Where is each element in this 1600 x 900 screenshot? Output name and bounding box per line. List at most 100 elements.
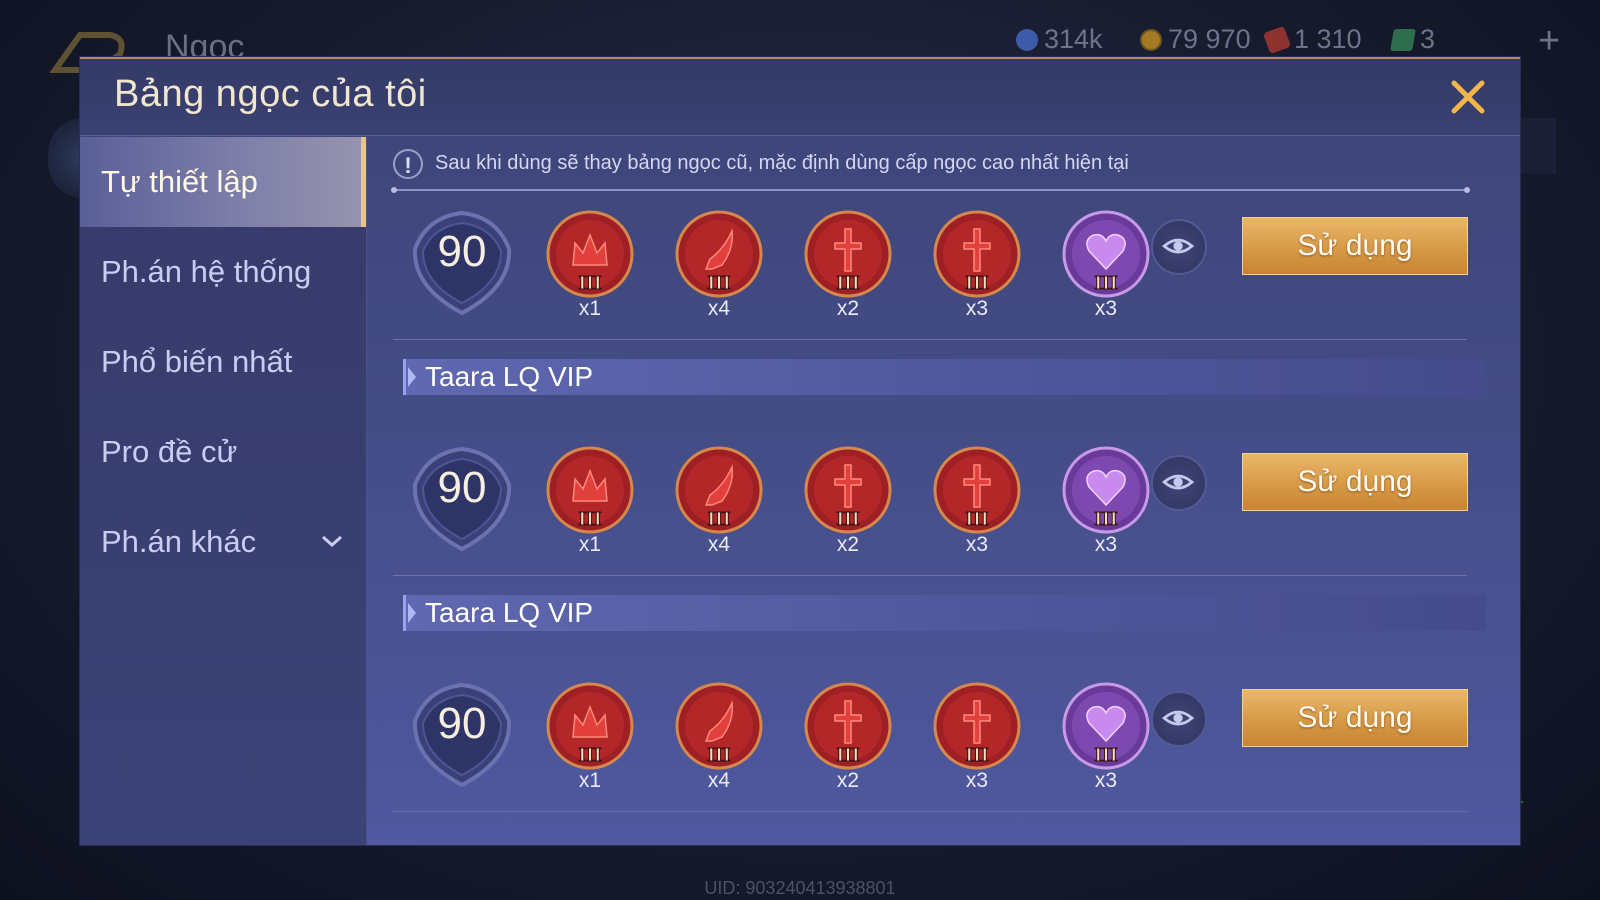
rune-gem-count: x3 [1094,297,1118,320]
rune-gem-count: x3 [1094,769,1118,792]
svg-text:III: III [1094,744,1118,766]
rune-gem[interactable]: III x3 [932,209,1022,320]
preview-eye-button[interactable] [1151,219,1207,275]
modal-header: Bảng ngọc của tôi [80,59,1520,136]
sidebar-item-label: Ph.án khác [101,524,257,559]
red-sword-gem-icon: III [932,681,1022,776]
preview-eye-button[interactable] [1151,691,1207,747]
chevron-right-icon [408,367,416,387]
gold-coin-icon [1140,28,1162,51]
rune-gem-count: x1 [578,533,602,556]
rune-gem-count: x4 [707,533,731,556]
rune-gem-count: x3 [965,533,989,556]
purple-heart-gem-icon: III [1061,209,1151,304]
eye-icon [1162,474,1195,490]
divider-dot [1464,187,1470,193]
rune-gem[interactable]: III x1 [545,681,635,792]
currency-gold: 79 970 [1140,24,1251,55]
rune-level-value: 90 [437,699,487,748]
sidebar-item-most-popular[interactable]: Phổ biến nhất [80,317,366,407]
rune-gem[interactable]: III x1 [545,209,635,320]
rune-gem-count: x4 [707,297,731,320]
rune-gem[interactable]: III x1 [545,445,635,556]
notice-banner: ! Sau khi dùng sẽ thay bảng ngọc cũ, mặc… [393,149,1467,185]
preview-eye-button[interactable] [1151,455,1207,511]
rune-gem-count: x2 [836,769,860,792]
rune-set-name: Taara LQ VIP [425,361,594,392]
sidebar-item-other-plans[interactable]: Ph.án khác [80,497,366,587]
sidebar-item-system-plans[interactable]: Ph.án hệ thống [80,227,366,317]
exclamation-icon: ! [393,149,423,179]
red-crown-gem-icon: III [545,681,635,776]
rune-gem[interactable]: III x2 [803,209,893,320]
rune-set-row: 90 III x1 III x4 III x2 III x3 III x3 Sử dụng [393,209,1473,339]
svg-text:III: III [965,508,989,530]
svg-text:III: III [578,508,602,530]
sidebar-item-custom[interactable]: Tự thiết lập [80,137,366,227]
add-currency-button[interactable]: + [1538,22,1560,60]
rune-level-value: 90 [437,227,487,276]
rune-gem-count: x1 [578,769,602,792]
svg-text:III: III [836,272,860,294]
rune-gem[interactable]: III x4 [674,445,764,556]
background-panel [50,778,80,826]
rune-gem[interactable]: III x2 [803,445,893,556]
sidebar-item-label: Phổ biến nhất [101,344,293,379]
rune-gem-count: x3 [965,769,989,792]
red-blade-gem-icon: III [674,681,764,776]
eye-icon [1162,710,1195,726]
rune-gem[interactable]: III x3 [1061,681,1151,792]
rune-set-row: 90 III x1 III x4 III x2 III x3 III x3 Sử dụng [393,681,1473,811]
red-sword-gem-icon: III [803,445,893,540]
rune-gem[interactable]: III x3 [1061,209,1151,320]
divider [393,189,1467,191]
currency-value: 1 310 [1294,24,1362,54]
sidebar-item-label: Ph.án hệ thống [101,254,312,289]
rune-set-name-bar: Taara LQ VIP [403,595,1486,631]
currency-value: 79 970 [1168,24,1251,54]
use-rune-set-button[interactable]: Sử dụng [1242,453,1468,511]
rune-gem-count: x3 [1094,533,1118,556]
svg-text:III: III [836,744,860,766]
use-rune-set-button[interactable]: Sử dụng [1242,217,1468,275]
sidebar-item-pro-recommended[interactable]: Pro đề cử [80,407,366,497]
svg-text:III: III [578,272,602,294]
close-icon[interactable] [1448,77,1488,117]
chevron-down-icon [322,535,342,548]
red-voucher-icon [1262,25,1292,54]
red-blade-gem-icon: III [674,445,764,540]
rune-gem-count: x4 [707,769,731,792]
rune-gem[interactable]: III x3 [1061,445,1151,556]
red-crown-gem-icon: III [545,445,635,540]
red-sword-gem-icon: III [803,681,893,776]
rune-gem-count: x2 [836,533,860,556]
rune-gem[interactable]: III x3 [932,681,1022,792]
rune-gem[interactable]: III x4 [674,681,764,792]
green-card-icon [1390,28,1416,51]
rune-gem[interactable]: III x4 [674,209,764,320]
rune-set-row: 90 III x1 III x4 III x2 III x3 III x3 Sử dụng [393,445,1473,575]
red-sword-gem-icon: III [932,445,1022,540]
currency-value: 314k [1044,24,1103,54]
red-sword-gem-icon: III [932,209,1022,304]
red-crown-gem-icon: III [545,209,635,304]
svg-text:III: III [707,272,731,294]
rune-gem-count: x1 [578,297,602,320]
currency-value: 3 [1420,24,1436,54]
divider [393,811,1467,812]
uid-label: UID: 903240413938801 [704,878,896,898]
purple-heart-gem-icon: III [1061,681,1151,776]
rune-set-name: Taara LQ VIP [425,597,594,628]
rune-gem[interactable]: III x2 [803,681,893,792]
eye-icon [1162,238,1195,254]
rune-gem-count: x2 [836,297,860,320]
notice-text: Sau khi dùng sẽ thay bảng ngọc cũ, mặc đ… [435,152,1129,174]
currency-blue-gems: 314k [1016,24,1103,55]
divider [393,339,1467,340]
chevron-right-icon [408,603,416,623]
divider-dot [391,187,397,193]
purple-heart-gem-icon: III [1061,445,1151,540]
rune-gem[interactable]: III x3 [932,445,1022,556]
use-rune-set-button[interactable]: Sử dụng [1242,689,1468,747]
modal-title: Bảng ngọc của tôi [114,73,427,115]
